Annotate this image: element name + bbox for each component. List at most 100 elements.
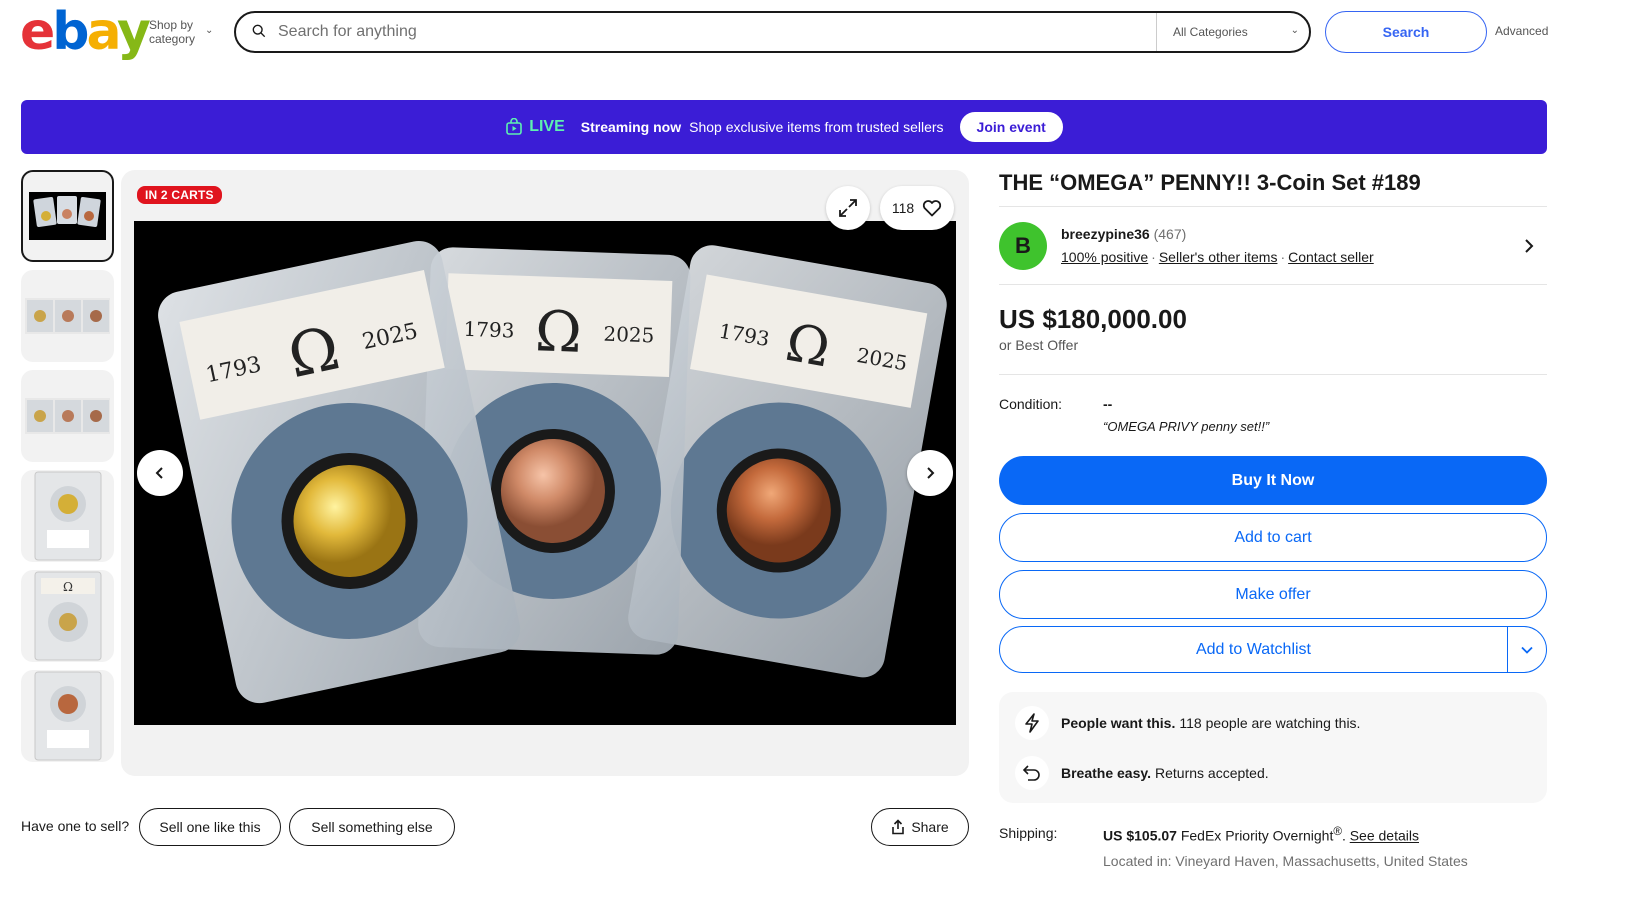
seller-name[interactable]: breezypine36 xyxy=(1061,226,1150,242)
watch-count: 118 xyxy=(891,200,915,216)
expand-image-button[interactable] xyxy=(826,186,870,230)
search-bar: All Categories ⌄ xyxy=(234,11,1311,53)
add-to-watchlist-button[interactable]: Add to Watchlist xyxy=(1000,627,1508,672)
live-bag-icon xyxy=(506,118,522,135)
slab-year-left: 1793 xyxy=(463,317,515,343)
logo-letter-e: e xyxy=(20,2,55,62)
thumbnail-6[interactable] xyxy=(21,670,114,762)
make-offer-button[interactable]: Make offer xyxy=(999,570,1547,619)
lightning-icon xyxy=(1015,706,1049,740)
chevron-right-icon[interactable] xyxy=(1522,236,1536,256)
shipping-price: US $105.07 xyxy=(1103,827,1177,844)
thumbnail-image xyxy=(25,298,110,334)
separator-dot: · xyxy=(1280,249,1286,265)
registered-mark: ® xyxy=(1333,825,1342,838)
thumbnail-3[interactable] xyxy=(21,370,114,462)
logo-letter-y: y xyxy=(117,2,151,62)
advanced-search-link[interactable]: Advanced xyxy=(1495,24,1548,38)
share-icon xyxy=(892,819,905,835)
sell-something-else-button[interactable]: Sell something else xyxy=(289,808,455,846)
share-label: Share xyxy=(911,819,949,835)
returns-bold: Breathe easy. xyxy=(1061,765,1152,781)
previous-image-button[interactable] xyxy=(137,450,183,496)
svg-text:Ω: Ω xyxy=(63,580,73,594)
category-select-value: All Categories xyxy=(1173,25,1248,39)
buy-it-now-button[interactable]: Buy It Now xyxy=(999,456,1547,505)
live-label: LIVE xyxy=(529,118,565,135)
shop-by-line2: category xyxy=(149,32,196,46)
condition-label: Condition: xyxy=(999,396,1063,412)
streaming-now-label: Streaming now xyxy=(580,119,682,135)
join-event-button[interactable]: Join event xyxy=(959,112,1063,142)
seller-name-row: breezypine36 (467) xyxy=(1061,226,1186,242)
live-banner[interactable]: LIVE Streaming now Shop exclusive items … xyxy=(21,100,1547,154)
condition-description: “OMEGA PRIVY penny set!!” xyxy=(1103,419,1270,434)
next-image-button[interactable] xyxy=(907,450,953,496)
thumbnail-image xyxy=(34,471,102,561)
demand-bold: People want this. xyxy=(1061,715,1176,731)
have-one-to-sell-label: Have one to sell? xyxy=(21,818,130,834)
share-button[interactable]: Share xyxy=(871,808,969,846)
positive-feedback-link[interactable]: 100% positive xyxy=(1061,249,1148,265)
search-icon xyxy=(252,24,266,38)
slab-year-right: 2025 xyxy=(603,322,655,348)
thumbnail-image xyxy=(25,398,110,434)
divider xyxy=(999,374,1547,375)
chevron-down-icon: ⌄ xyxy=(205,25,214,36)
seller-avatar[interactable]: B xyxy=(999,222,1047,270)
thumbnail-1[interactable] xyxy=(21,170,114,262)
condition-value: -- xyxy=(1103,396,1113,412)
watch-count-button[interactable]: 118 xyxy=(880,186,954,230)
item-location: Located in: Vineyard Haven, Massachusett… xyxy=(1103,853,1468,869)
watchlist-dropdown-button[interactable] xyxy=(1508,627,1546,672)
returns-info-row: Breathe easy. Returns accepted. xyxy=(1015,756,1269,790)
main-product-image[interactable]: 1793 Ω 2025 1793 Ω 2025 1793 Ω 2025 xyxy=(134,221,956,725)
best-offer-label: or Best Offer xyxy=(999,337,1079,353)
heart-icon xyxy=(923,200,942,217)
chevron-left-icon xyxy=(155,467,163,479)
slab-omega-symbol: Ω xyxy=(534,299,583,366)
shipping-value: US $105.07 FedEx Priority Overnight®. Se… xyxy=(1103,825,1419,844)
thumbnail-2[interactable] xyxy=(21,270,114,362)
expand-icon xyxy=(839,199,857,217)
thumbnail-image xyxy=(29,192,106,240)
chevron-down-icon: ⌄ xyxy=(1290,25,1299,36)
add-to-cart-button[interactable]: Add to cart xyxy=(999,513,1547,562)
watchlist-split-button: Add to Watchlist xyxy=(999,626,1547,673)
logo-letter-b: b xyxy=(52,2,89,62)
see-details-link[interactable]: See details xyxy=(1350,828,1419,844)
logo-letter-a: a xyxy=(86,2,120,62)
seller-links: 100% positive · Seller's other items · Conta… xyxy=(1061,249,1374,265)
shop-by-category[interactable]: Shop by category ⌄ xyxy=(149,18,213,46)
search-button[interactable]: Search xyxy=(1325,11,1487,53)
ebay-logo[interactable]: ebay xyxy=(20,6,151,58)
category-select[interactable]: All Categories ⌄ xyxy=(1156,13,1311,51)
item-title: THE “OMEGA” PENNY!! 3-Coin Set #189 xyxy=(999,170,1421,195)
chevron-down-icon xyxy=(1521,646,1533,654)
demand-text: 118 people are watching this. xyxy=(1179,715,1361,731)
thumbnail-image: Ω xyxy=(34,571,102,661)
chevron-right-icon xyxy=(927,467,935,479)
thumbnail-4[interactable] xyxy=(21,470,114,562)
thumbnail-image xyxy=(34,671,102,761)
info-box: People want this. 118 people are watchin… xyxy=(999,692,1547,803)
sell-one-like-this-button[interactable]: Sell one like this xyxy=(139,808,281,846)
returns-text: Returns accepted. xyxy=(1155,765,1269,781)
demand-info-row: People want this. 118 people are watchin… xyxy=(1015,706,1360,740)
banner-text: Shop exclusive items from trusted seller… xyxy=(689,119,944,135)
shop-by-line1: Shop by xyxy=(149,18,194,32)
separator-dot: · xyxy=(1151,249,1156,265)
shipping-label: Shipping: xyxy=(999,825,1058,841)
item-price: US $180,000.00 xyxy=(999,304,1187,334)
return-arrow-icon xyxy=(1015,756,1049,790)
thumbnail-5[interactable]: Ω xyxy=(21,570,114,662)
divider xyxy=(999,284,1547,285)
shipping-method: FedEx Priority Overnight xyxy=(1180,827,1334,844)
divider xyxy=(999,206,1547,207)
coin-slabs-photo: 1793 Ω 2025 1793 Ω 2025 1793 Ω 2025 xyxy=(158,240,947,704)
in-carts-badge: IN 2 CARTS xyxy=(137,186,222,204)
contact-seller-link[interactable]: Contact seller xyxy=(1288,249,1374,265)
seller-other-items-link[interactable]: Seller's other items xyxy=(1159,249,1278,265)
seller-feedback-count: (467) xyxy=(1153,226,1187,242)
search-input[interactable] xyxy=(278,13,1148,51)
